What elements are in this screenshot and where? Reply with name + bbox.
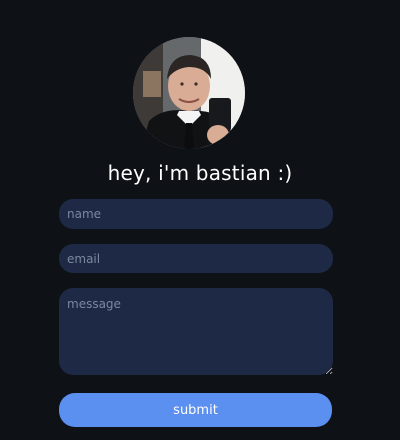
submit-button[interactable]: submit (59, 393, 332, 427)
page-title: hey, i'm bastian :) (107, 161, 293, 185)
email-input[interactable] (59, 244, 333, 273)
message-textarea[interactable] (59, 288, 333, 375)
profile-avatar (133, 37, 245, 149)
avatar-photo (133, 37, 245, 149)
name-input[interactable] (59, 199, 333, 229)
